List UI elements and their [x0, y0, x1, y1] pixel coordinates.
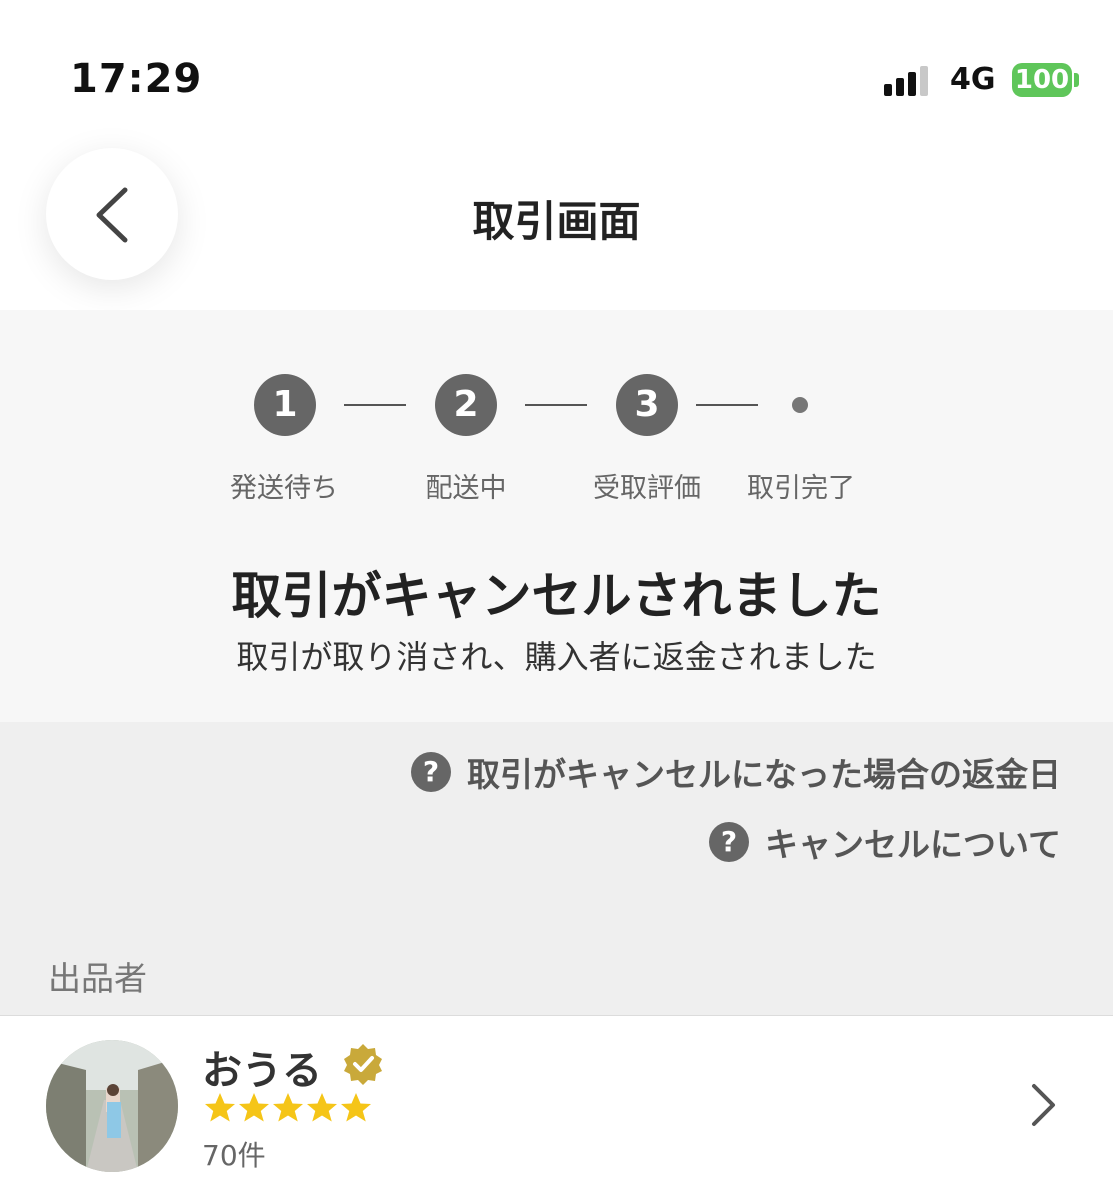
battery-tip: [1074, 73, 1079, 87]
network-label: 4G: [950, 62, 996, 97]
star-icon: [307, 1093, 337, 1122]
rating-stars: [202, 1090, 372, 1126]
step-connector: [344, 404, 406, 406]
step-label-4: 取引完了: [747, 473, 855, 504]
step-connector: [696, 404, 758, 406]
cancel-info-link-label: キャンセルについて: [764, 825, 1061, 864]
cancel-subtitle: 取引が取り消され、購入者に返金されました: [236, 638, 877, 676]
page-title: 取引画面: [472, 197, 641, 246]
star-icon: [341, 1093, 371, 1122]
seller-section-label: 出品者: [48, 959, 147, 998]
step-label-2: 配送中: [425, 473, 507, 504]
status-bar: 17:29 4G 100: [0, 0, 1113, 120]
star-icon: [239, 1093, 269, 1122]
review-count: 70件: [202, 1139, 266, 1172]
cancel-title: 取引がキャンセルされました: [231, 567, 882, 625]
cancel-info-link[interactable]: ? キャンセルについて: [708, 818, 1061, 866]
signal-icon: [884, 66, 934, 96]
star-icon: [205, 1093, 235, 1122]
status-time: 17:29: [70, 56, 203, 102]
avatar[interactable]: [46, 1040, 178, 1172]
step-circle-1: 1: [254, 374, 316, 436]
question-circle-icon: ?: [708, 822, 749, 862]
step-label-3: 受取評価: [593, 473, 701, 504]
step-dot-4: [792, 397, 808, 413]
refund-date-link[interactable]: ? 取引がキャンセルになった場合の返金日: [411, 748, 1061, 796]
chevron-right-icon[interactable]: [1028, 1082, 1058, 1128]
step-label-1: 発送待ち: [230, 473, 338, 504]
seller-name: おうる: [202, 1048, 322, 1094]
step-circle-2: 2: [435, 374, 497, 436]
battery-icon: 100: [1012, 63, 1072, 97]
star-icon: [273, 1093, 303, 1122]
seller-section-header: [0, 942, 1113, 1016]
refund-date-link-label: 取引がキャンセルになった場合の返金日: [467, 755, 1061, 794]
step-connector: [525, 404, 587, 406]
question-circle-icon: ?: [411, 752, 451, 792]
verified-badge-icon: [344, 1044, 382, 1085]
step-circle-3: 3: [616, 374, 678, 436]
